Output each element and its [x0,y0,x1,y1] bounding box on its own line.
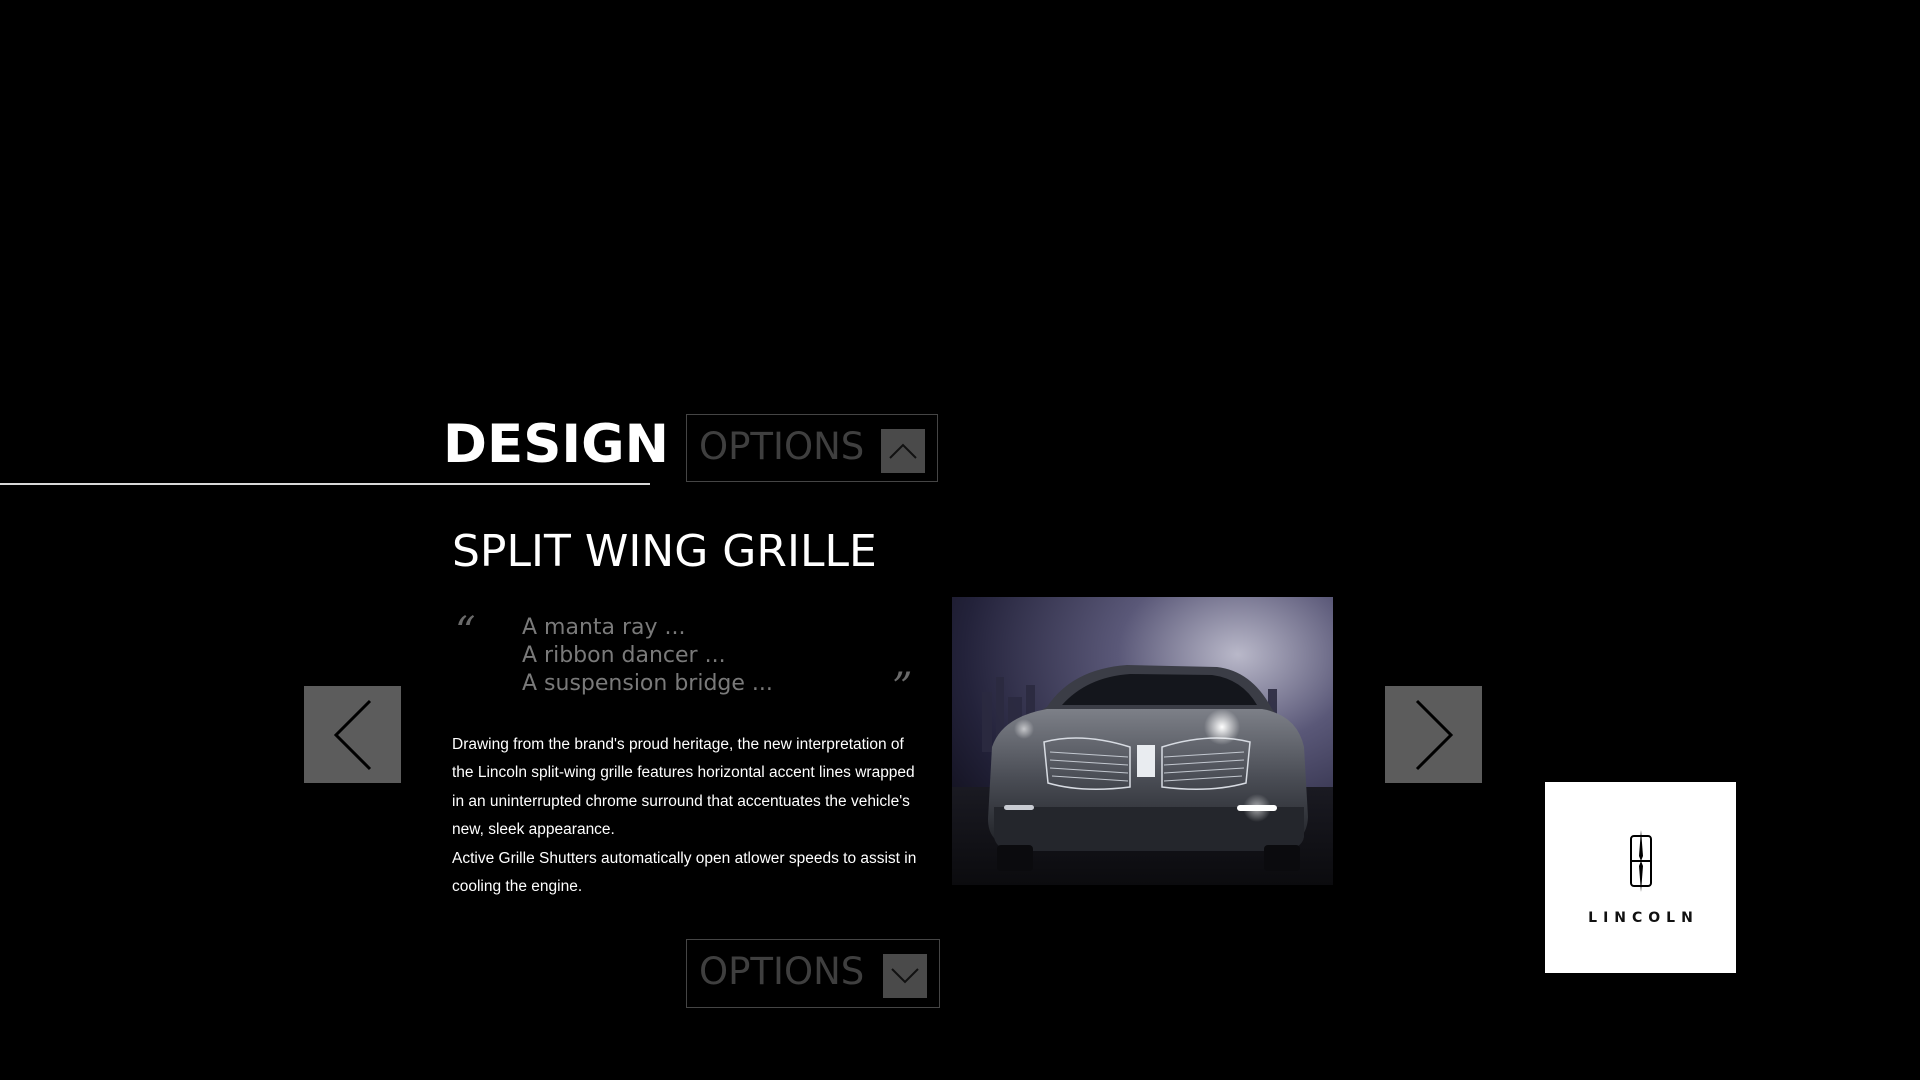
feature-quote: A manta ray ... A ribbon dancer ... A su… [522,614,773,698]
lincoln-logo: LINCOLN [1545,782,1736,973]
feature-title: SPLIT WING GRILLE [452,526,877,577]
logo-wordmark: LINCOLN [1588,910,1699,926]
feature-description: Drawing from the brand's proud heritage,… [452,731,922,901]
title-underline [0,483,650,485]
description-paragraph: Active Grille Shutters automatically ope… [452,849,917,896]
description-paragraph: Drawing from the brand's proud heritage,… [452,736,915,839]
next-button[interactable] [1385,686,1482,783]
quote-line: A suspension bridge ... [522,671,773,696]
chevron-left-icon [333,699,371,770]
chevron-down-icon[interactable] [883,954,927,998]
options-toggle-top[interactable]: OPTIONS [686,414,938,482]
car-front-photo [952,597,1333,885]
chevron-up-icon[interactable] [881,429,925,473]
lincoln-star-icon [1630,830,1652,892]
chevron-right-icon [1415,699,1453,770]
close-quote-mark: ” [892,665,913,711]
open-quote-mark: “ [455,609,476,655]
options-toggle-bottom[interactable]: OPTIONS [686,939,940,1008]
design-screen: DESIGN OPTIONS SPLIT WING GRILLE “ A man… [0,0,1920,1080]
section-title: DESIGN [443,414,669,475]
quote-line: A ribbon dancer ... [522,643,726,668]
quote-line: A manta ray ... [522,615,686,640]
options-label: OPTIONS [699,425,865,468]
previous-button[interactable] [304,686,401,783]
options-label: OPTIONS [699,950,865,993]
